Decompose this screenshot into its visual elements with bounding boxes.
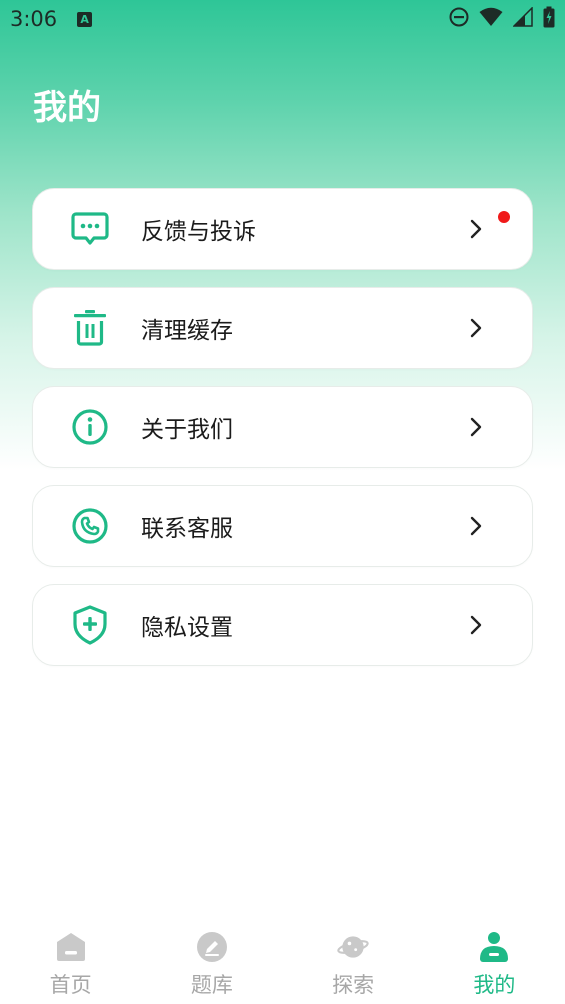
status-icons [449,6,555,32]
chevron-right-icon [468,516,484,536]
chevron-right-icon [468,318,484,338]
wifi-icon [479,7,503,31]
status-bar: 3:06 A [0,0,565,38]
menu-item-feedback[interactable]: 反馈与投诉 [32,188,533,270]
tab-home[interactable]: 首页 [0,922,141,1004]
menu-item-label: 联系客服 [141,516,233,542]
tab-explore[interactable]: 探索 [283,922,424,1004]
page-title: 我的 [33,88,101,128]
tab-label: 首页 [49,973,92,997]
chevron-right-icon [468,417,484,437]
chevron-right-icon [468,615,484,635]
notification-badge [498,211,510,223]
battery-icon [543,6,555,32]
planet-icon [337,931,369,963]
do-not-disturb-icon [449,7,469,31]
trash-icon [71,309,109,347]
menu-item-about-us[interactable]: 关于我们 [32,386,533,468]
menu-item-label: 清理缓存 [141,318,233,344]
shield-plus-icon [71,605,109,645]
tab-question-bank[interactable]: 题库 [141,922,282,1004]
phone-icon [71,507,109,545]
menu-item-label: 隐私设置 [141,615,233,641]
menu-item-privacy-settings[interactable]: 隐私设置 [32,584,533,666]
tab-label: 题库 [190,973,233,997]
menu-item-label: 关于我们 [141,417,233,443]
user-icon [478,931,510,963]
chat-bubble-icon [71,210,109,248]
signal-icon [512,6,533,31]
status-time: 3:06 [10,7,58,31]
menu-item-customer-service[interactable]: 联系客服 [32,485,533,567]
menu-item-clear-cache[interactable]: 清理缓存 [32,287,533,369]
tab-label: 探索 [332,973,375,997]
notification-icon: A [77,11,93,27]
chevron-right-icon [468,219,484,239]
info-icon [71,408,109,446]
tab-label: 我的 [473,973,516,997]
bottom-tab-bar: 首页 题库 探索 我的 [0,922,565,1004]
settings-menu: 反馈与投诉 清理缓存 关于我们 联系客服 隐私设置 [32,188,533,683]
pencil-icon [196,931,228,963]
menu-item-label: 反馈与投诉 [141,219,256,245]
home-icon [55,931,87,963]
tab-mine[interactable]: 我的 [424,922,565,1004]
